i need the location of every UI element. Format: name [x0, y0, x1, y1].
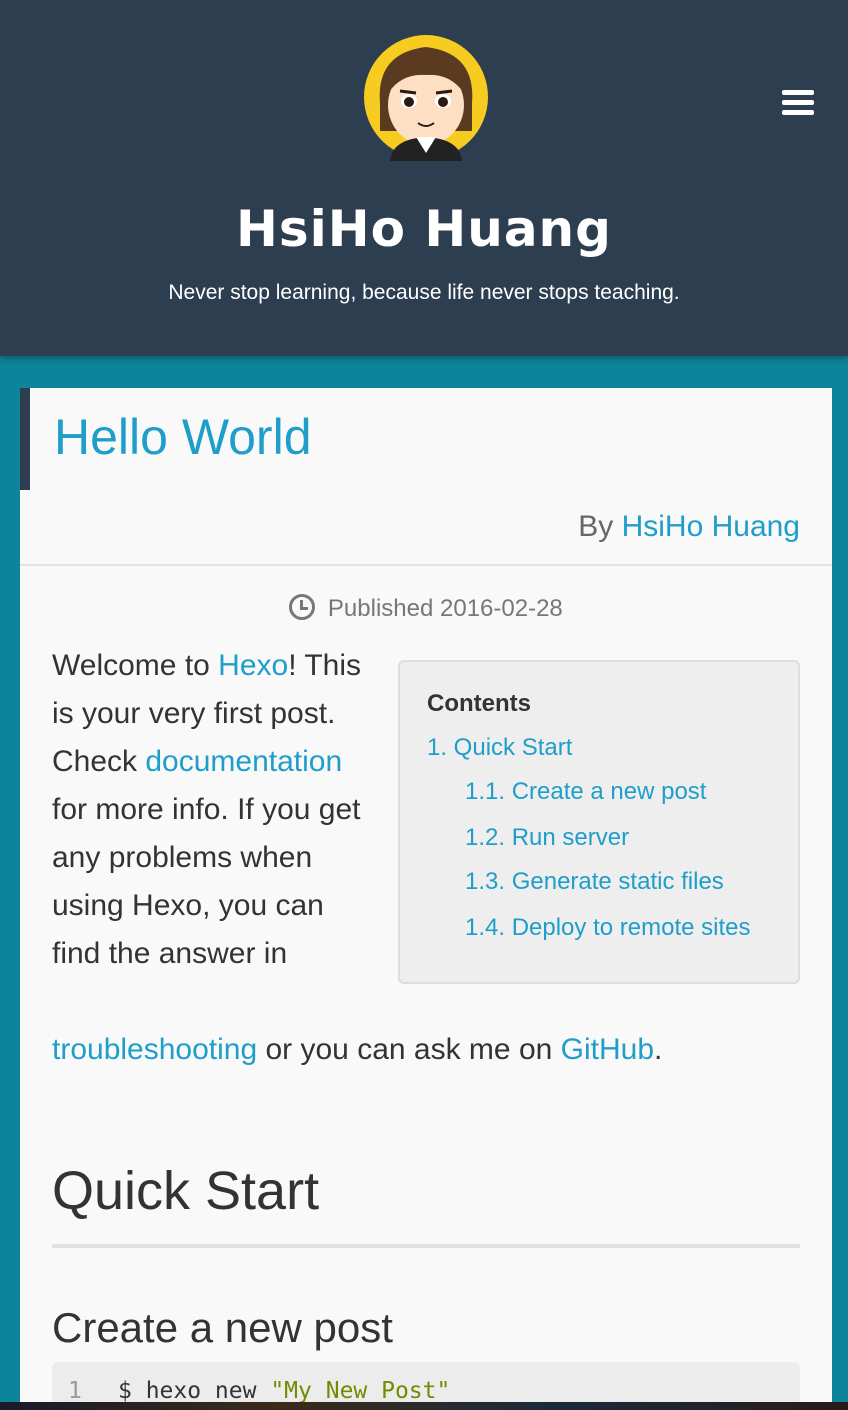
table-of-contents: Contents 1. Quick Start 1.1. Create a ne…	[398, 660, 800, 984]
menu-bar	[782, 100, 814, 105]
toc-item-deploy[interactable]: 1.4. Deploy to remote sites	[465, 914, 750, 942]
clock-icon	[289, 594, 316, 620]
toc-item-run-server[interactable]: 1.2. Run server	[465, 824, 629, 852]
intro-paragraph: Welcome to Hexo! This is your very first…	[52, 642, 372, 978]
hexo-link[interactable]: Hexo	[218, 649, 288, 682]
author-link[interactable]: HsiHo Huang	[622, 510, 800, 543]
menu-bar	[782, 110, 814, 115]
title-accent-bar	[20, 388, 30, 490]
byline-prefix: By	[578, 510, 614, 543]
intro-text: Welcome to	[52, 649, 219, 682]
heading-rule	[52, 1244, 800, 1248]
code-line-number: 1	[68, 1378, 82, 1404]
toc-item-quick-start[interactable]: 1. Quick Start	[427, 734, 572, 762]
post-byline: By HsiHo Huang	[578, 510, 800, 544]
intro-paragraph-tail: troubleshooting or you can ask me on Git…	[52, 1026, 812, 1074]
toc-item-create-post[interactable]: 1.1. Create a new post	[465, 778, 706, 806]
post-card: Hello World By HsiHo Huang Published 201…	[20, 388, 832, 1410]
site-header: HsiHo Huang Never stop learning, because…	[0, 0, 848, 356]
site-subtitle: Never stop learning, because life never …	[168, 281, 680, 304]
divider	[20, 564, 832, 566]
heading-create-post: Create a new post	[52, 1304, 393, 1351]
troubleshooting-link[interactable]: troubleshooting	[52, 1033, 257, 1066]
avatar-girl-icon[interactable]	[362, 33, 490, 161]
published-label: Published	[327, 595, 434, 622]
site-title[interactable]: HsiHo Huang	[0, 200, 848, 258]
heading-quick-start: Quick Start	[52, 1161, 320, 1221]
intro-text: .	[654, 1033, 663, 1066]
toc-title: Contents	[427, 690, 531, 717]
github-link[interactable]: GitHub	[561, 1033, 654, 1066]
menu-bar	[782, 90, 814, 95]
post-title[interactable]: Hello World	[54, 408, 312, 466]
code-string: "My New Post"	[270, 1378, 451, 1404]
intro-text: for more info. If you get any problems w…	[52, 793, 361, 970]
intro-text: or you can ask me on	[257, 1033, 561, 1066]
toc-item-generate-static[interactable]: 1.3. Generate static files	[465, 868, 724, 896]
published-date: Published 2016-02-28	[20, 594, 832, 623]
published-value: 2016-02-28	[440, 595, 563, 622]
background-image-strip	[0, 1402, 848, 1410]
hamburger-menu-icon[interactable]	[782, 90, 814, 120]
code-line: $ hexo new "My New Post"	[118, 1378, 450, 1404]
code-command: $ hexo new	[118, 1378, 271, 1404]
documentation-link[interactable]: documentation	[145, 745, 342, 778]
